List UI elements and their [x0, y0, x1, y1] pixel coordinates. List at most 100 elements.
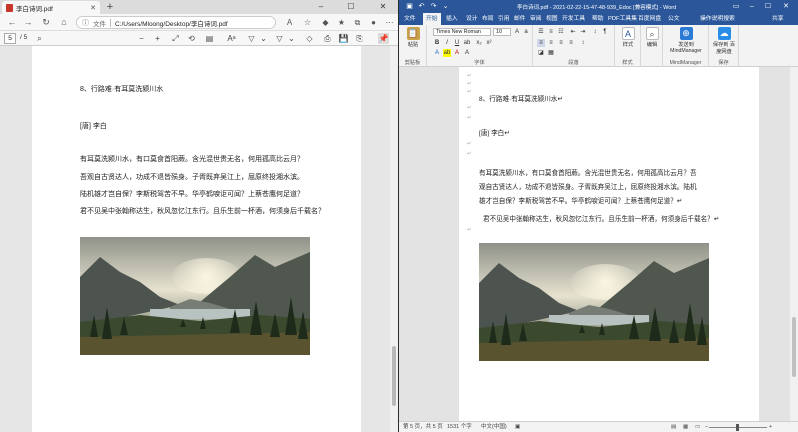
shrink-font-icon[interactable]: a	[522, 28, 530, 36]
minimize-button[interactable]: –	[310, 0, 332, 14]
erase-icon[interactable]: ◇	[304, 33, 315, 44]
ribbon-tab[interactable]: 文件	[401, 13, 419, 25]
save-icon[interactable]: ▣	[405, 2, 414, 11]
decrease-indent-icon[interactable]: ⇤	[569, 28, 577, 36]
print-layout-icon[interactable]: ▦	[683, 422, 688, 432]
word-scrollbar[interactable]	[790, 67, 798, 421]
close-window-button[interactable]: ✕	[372, 0, 394, 14]
rotate-icon[interactable]: ⟲	[186, 33, 197, 44]
ribbon-tab[interactable]: 插入	[443, 13, 461, 25]
subscript-button[interactable]: x₂	[475, 39, 483, 47]
ribbon-tab[interactable]: 审阅	[527, 13, 545, 25]
favorite-star-icon[interactable]: ☆	[302, 17, 313, 28]
zoom-slider-handle[interactable]	[736, 424, 739, 431]
shading-icon[interactable]: ◪	[537, 49, 545, 57]
bullets-icon[interactable]: ☰	[537, 28, 545, 36]
ribbon-tab[interactable]: 百度网盘	[635, 13, 664, 25]
save-icon[interactable]: 💾	[338, 33, 349, 44]
page-view-icon[interactable]: ▤	[204, 33, 215, 44]
customize-qat-icon[interactable]: ⌄	[441, 2, 450, 11]
zoom-out-icon[interactable]: −	[136, 33, 147, 44]
send-to-mindmanager-button[interactable]: ⊕ 发送到 MindManager	[666, 27, 706, 54]
draw-icon[interactable]: ▽	[246, 33, 257, 44]
superscript-button[interactable]: x²	[485, 39, 493, 47]
minimize-button[interactable]: –	[745, 1, 759, 12]
accessibility-icon[interactable]: ▣	[515, 422, 520, 432]
fit-page-icon[interactable]: ⤢	[170, 33, 181, 44]
search-icon[interactable]: ⌕	[34, 33, 45, 44]
ribbon-tab[interactable]: 视图	[543, 13, 561, 25]
bold-button[interactable]: B	[433, 39, 441, 47]
numbering-icon[interactable]: ≡	[547, 28, 555, 36]
zoom-in-icon[interactable]: +	[769, 422, 772, 432]
sort-icon[interactable]: ↕	[591, 28, 599, 36]
language[interactable]: 中文(中国)	[481, 422, 507, 432]
read-aloud-pdf-icon[interactable]: Aᵃ	[226, 33, 237, 44]
ribbon-tab[interactable]: 布局	[479, 13, 497, 25]
styles-button[interactable]: A 样式	[618, 27, 638, 48]
ribbon-options-icon[interactable]: ▭	[729, 1, 743, 12]
borders-icon[interactable]: ▦	[547, 49, 555, 57]
ribbon-tab[interactable]: 帮助	[589, 13, 607, 25]
word-page[interactable]: ↵ ↵ ↵ 8、行路难·有耳莫洗颍川水↵ ↵ ↵ [唐] 李白↵ ↵ ↵ 有耳莫…	[459, 67, 759, 421]
underline-button[interactable]: U	[453, 39, 461, 47]
extension-icon[interactable]: ◆	[320, 17, 331, 28]
ribbon-tab[interactable]: 操作说明搜索	[697, 13, 738, 25]
grow-font-icon[interactable]: A	[513, 28, 521, 36]
multilevel-icon[interactable]: ☷	[557, 28, 565, 36]
refresh-icon[interactable]: ↻	[40, 17, 52, 28]
increase-indent-icon[interactable]: ⇥	[579, 28, 587, 36]
maximize-button[interactable]: ☐	[340, 0, 362, 14]
pdf-scrollbar[interactable]	[390, 46, 398, 432]
landscape-image[interactable]	[479, 243, 709, 361]
highlight-options-icon[interactable]: ⌄	[286, 33, 297, 44]
font-color-icon[interactable]: A	[453, 49, 461, 57]
ribbon-tab[interactable]: 开始	[423, 13, 441, 25]
print-icon[interactable]: ⎙	[322, 33, 333, 44]
web-layout-icon[interactable]: ▭	[695, 422, 700, 432]
italic-button[interactable]: I	[443, 39, 451, 47]
page-number-input[interactable]: 5	[4, 33, 16, 44]
more-icon[interactable]: ⋯	[384, 17, 395, 28]
font-name-select[interactable]: Times New Roman	[433, 28, 491, 36]
ribbon-tab[interactable]: 公文	[665, 13, 683, 25]
home-icon[interactable]: ⌂	[58, 17, 70, 28]
read-aloud-icon[interactable]: A	[284, 17, 295, 28]
maximize-button[interactable]: ☐	[761, 1, 775, 12]
zoom-in-icon[interactable]: +	[152, 33, 163, 44]
page-count[interactable]: 第 5 页，共 5 页	[403, 422, 443, 432]
ribbon-tab[interactable]: 开发工具	[559, 13, 588, 25]
align-left-icon[interactable]: ≡	[537, 39, 545, 47]
save-to-baidu-button[interactable]: ☁ 保存到 百度网盘	[711, 27, 737, 55]
zoom-out-icon[interactable]: −	[705, 422, 708, 432]
align-right-icon[interactable]: ≡	[557, 39, 565, 47]
align-center-icon[interactable]: ≡	[547, 39, 555, 47]
browser-tab[interactable]: 李白诗词.pdf ✕	[2, 1, 100, 14]
word-count[interactable]: 1531 个字	[447, 422, 472, 432]
collections-icon[interactable]: ⧉	[352, 17, 363, 28]
save-as-icon[interactable]: ⎘	[354, 33, 365, 44]
share-button[interactable]: 共享	[769, 13, 787, 25]
url-input[interactable]: ⓘ 文件 C:/Users/Mloong/Desktop/李白诗词.pdf	[76, 16, 276, 29]
char-shading-icon[interactable]: A	[463, 49, 471, 57]
profile-icon[interactable]: ●	[368, 17, 379, 28]
highlight-color-icon[interactable]: ab	[443, 49, 451, 57]
close-tab-icon[interactable]: ✕	[90, 4, 96, 12]
read-mode-icon[interactable]: ▤	[671, 422, 676, 432]
new-tab-button[interactable]: +	[104, 1, 116, 13]
forward-icon[interactable]: →	[22, 17, 34, 28]
pin-toolbar-icon[interactable]: 📌	[378, 33, 389, 44]
close-window-button[interactable]: ✕	[779, 1, 793, 12]
ribbon-tab[interactable]: 邮件	[511, 13, 529, 25]
undo-icon[interactable]: ↶	[417, 2, 426, 11]
ribbon-tab[interactable]: 引用	[495, 13, 513, 25]
text-effects-icon[interactable]: A	[433, 49, 441, 57]
back-icon[interactable]: ←	[6, 17, 18, 28]
redo-icon[interactable]: ↷	[429, 2, 438, 11]
show-marks-icon[interactable]: ¶	[601, 28, 609, 36]
editing-button[interactable]: ⌕ 编辑	[643, 27, 661, 48]
paste-button[interactable]: 📋 粘贴	[402, 27, 424, 48]
strikethrough-button[interactable]: ab	[463, 39, 471, 47]
line-spacing-icon[interactable]: ↕	[579, 39, 587, 47]
highlight-icon[interactable]: ▽	[274, 33, 285, 44]
